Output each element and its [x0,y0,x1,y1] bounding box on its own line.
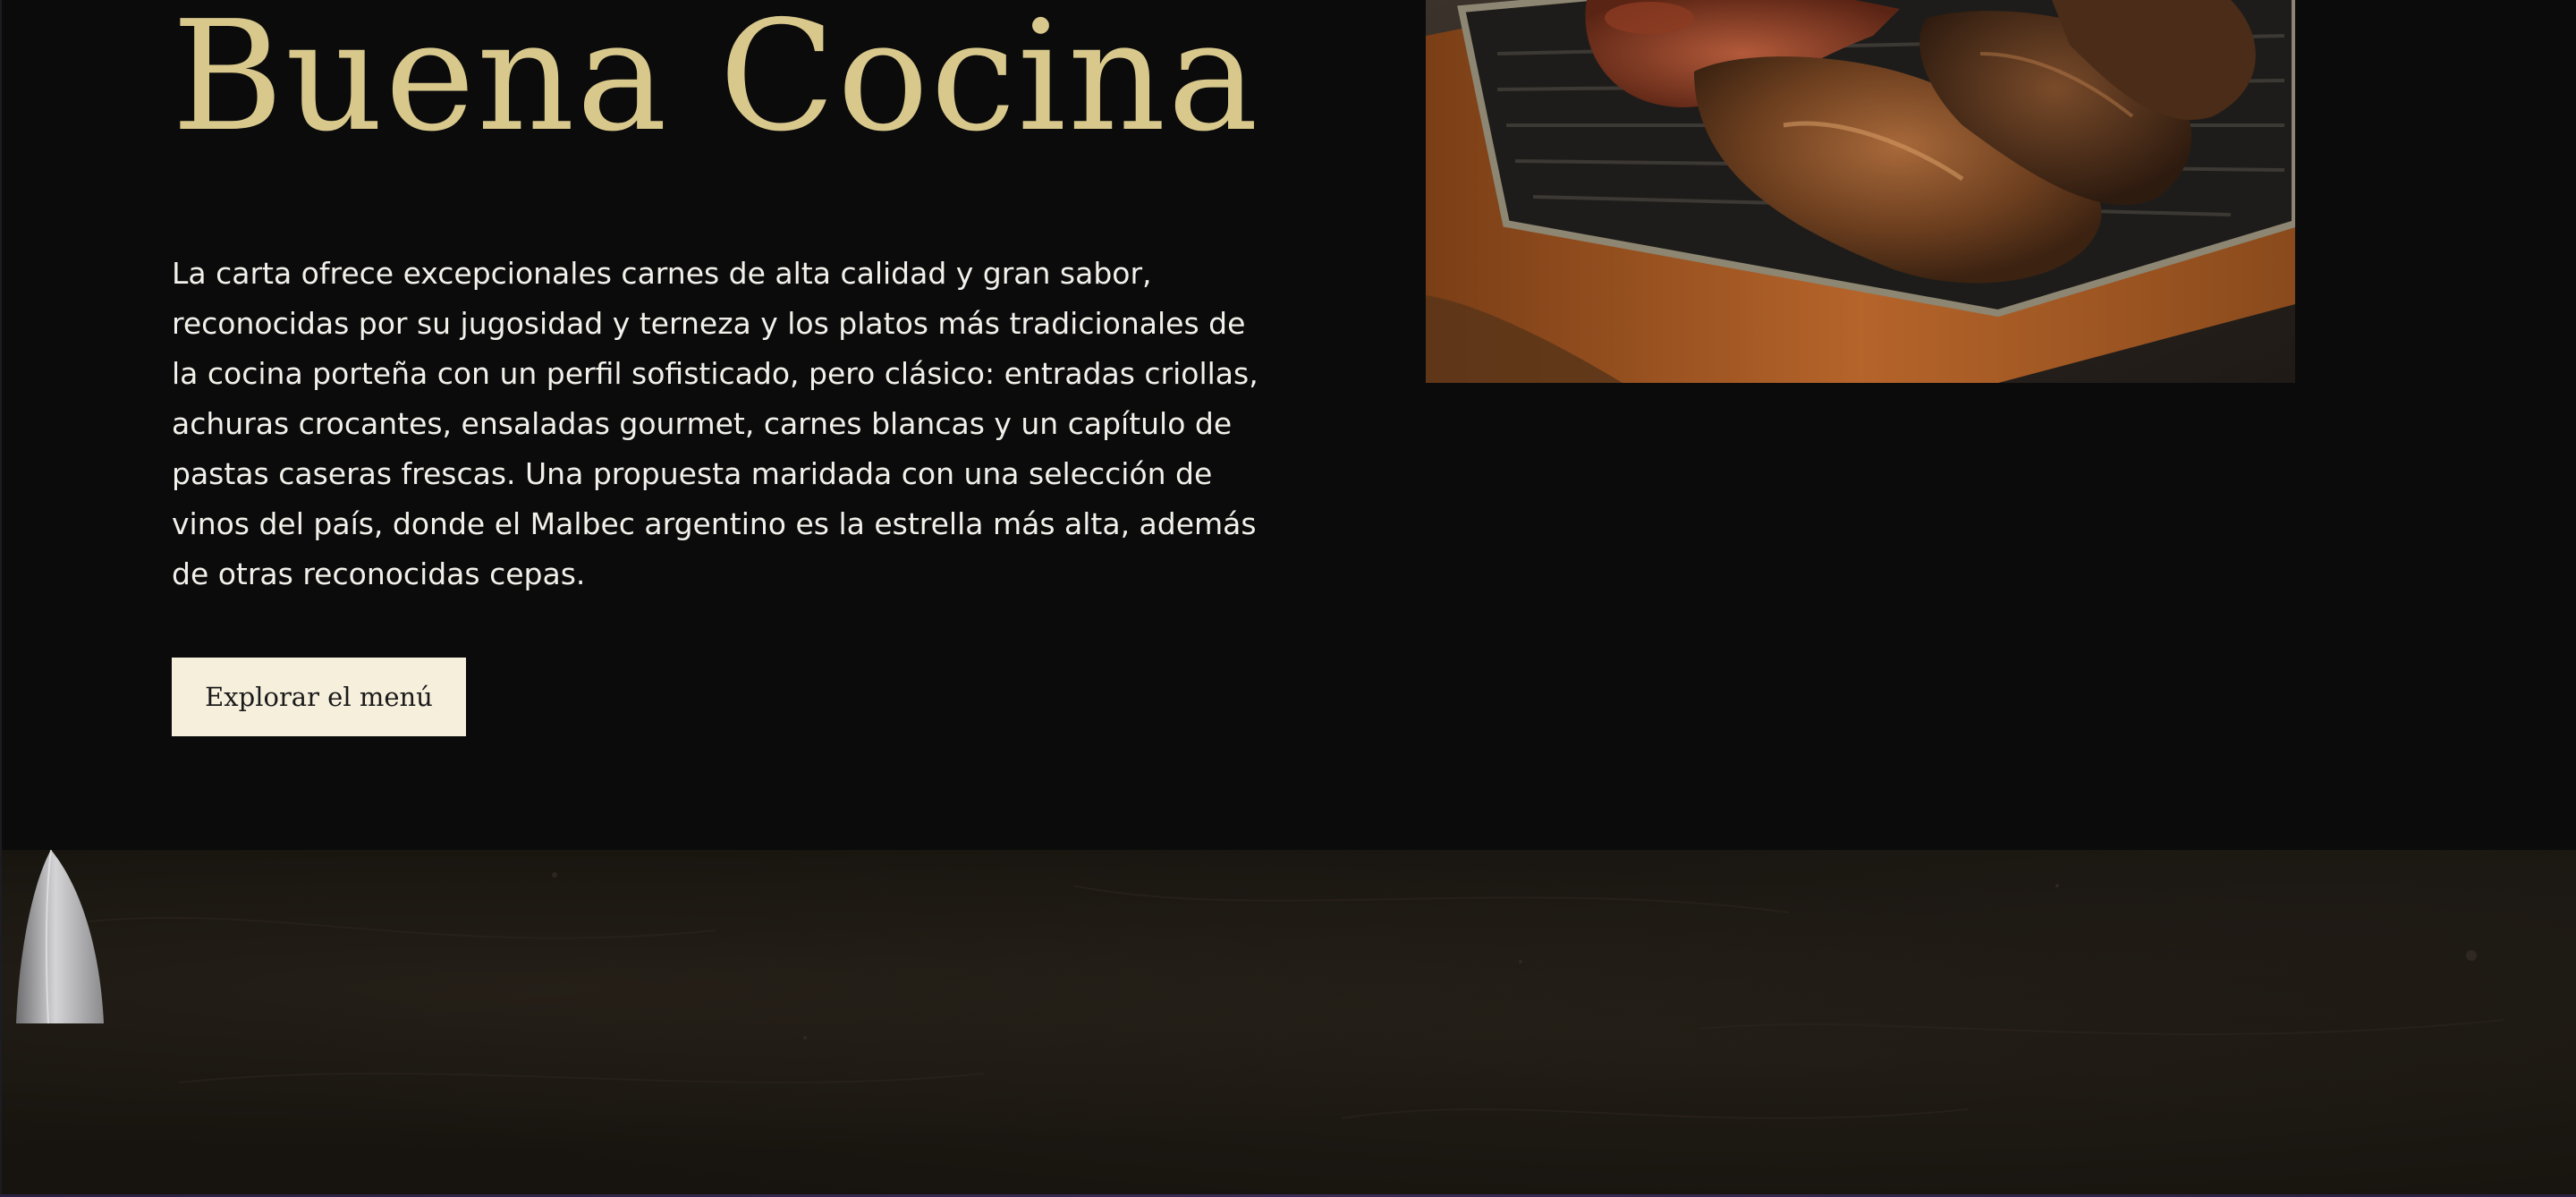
page: Buena Cocina La carta ofrece excepcional… [0,0,2576,1197]
frame-edge [0,0,2,1197]
explore-menu-button[interactable]: Explorar el menú [172,658,466,736]
texture-section [0,850,2576,1197]
hero-description: La carta ofrece excepcionales carnes de … [172,256,1258,591]
knife-image [16,850,104,1023]
food-photo [1426,0,2295,383]
hero-section: Buena Cocina La carta ofrece excepcional… [0,0,2576,850]
hero-title: Buena Cocina [172,0,1260,166]
